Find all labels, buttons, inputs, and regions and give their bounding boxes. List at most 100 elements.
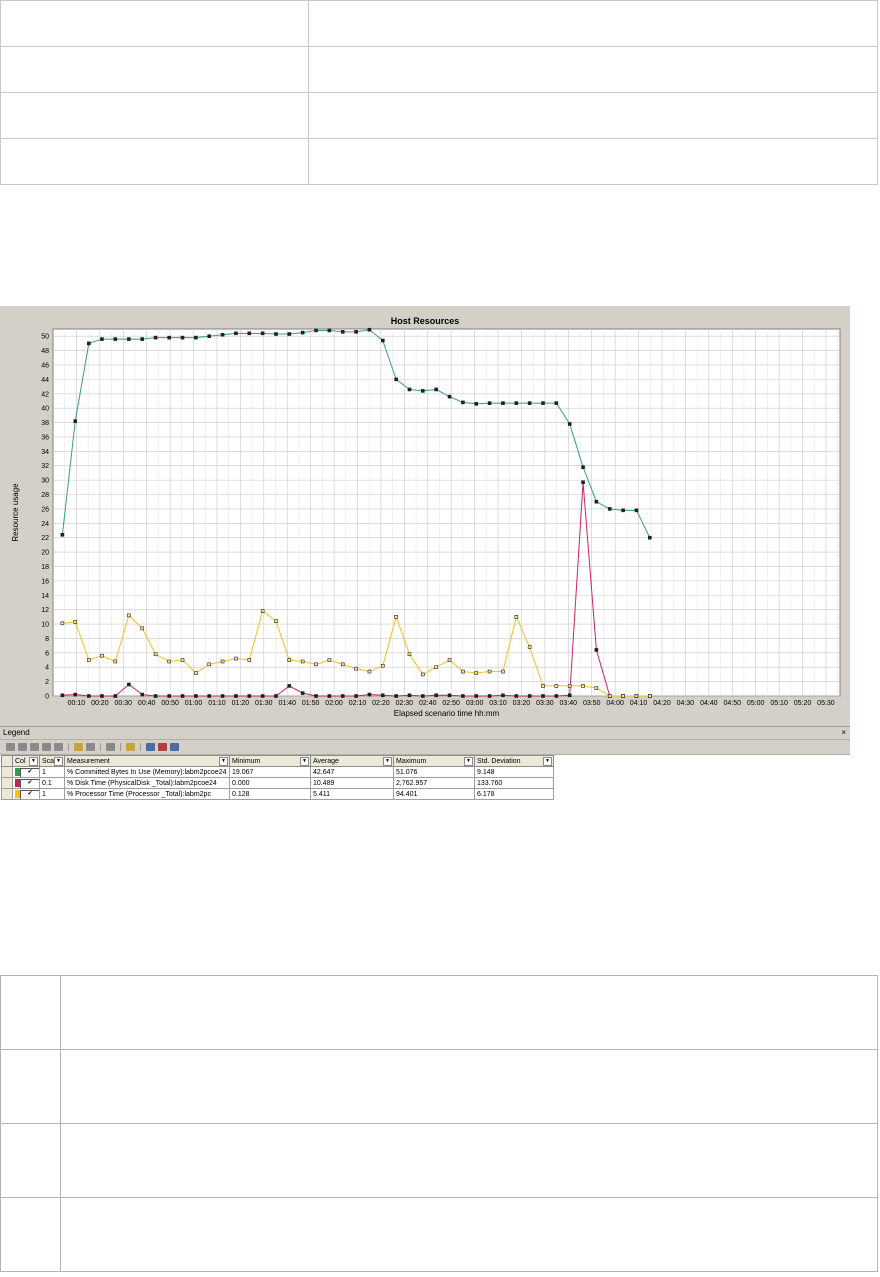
x-tick-label: 01:20 bbox=[232, 700, 250, 707]
row-selector[interactable] bbox=[1, 788, 13, 800]
series-point-1 bbox=[167, 694, 171, 698]
hide-all-icon[interactable] bbox=[18, 743, 27, 751]
x-tick-label: 03:10 bbox=[489, 700, 507, 707]
series-point-0 bbox=[327, 328, 332, 333]
chart-title: Host Resources bbox=[391, 316, 460, 326]
highlight-icon[interactable] bbox=[158, 743, 167, 751]
col-header-std-deviation[interactable]: Std. Deviation ▼ bbox=[474, 755, 554, 767]
x-tick-label: 03:50 bbox=[583, 700, 601, 707]
series-point-1 bbox=[300, 691, 305, 695]
y-tick-label: 18 bbox=[41, 564, 49, 571]
pin-close-icon[interactable]: × bbox=[837, 727, 846, 739]
series-point-1 bbox=[113, 694, 118, 698]
series-point-1 bbox=[314, 694, 318, 698]
series-point-2 bbox=[113, 659, 118, 664]
series-point-1 bbox=[367, 692, 372, 697]
col-header-average[interactable]: Average ▼ bbox=[310, 755, 394, 767]
legend-title: Legend bbox=[3, 728, 30, 737]
series-point-2 bbox=[100, 653, 104, 658]
visible-checkbox[interactable]: ✔ bbox=[20, 768, 39, 777]
series-point-2 bbox=[180, 658, 185, 662]
col-header-color[interactable]: Col ▼ bbox=[12, 755, 40, 767]
legend-color-swatch[interactable]: ✔ bbox=[12, 766, 40, 778]
series-point-2 bbox=[287, 658, 292, 662]
series-point-1 bbox=[220, 694, 225, 698]
legend-color-swatch[interactable]: ✔ bbox=[12, 777, 40, 789]
sort-icon[interactable] bbox=[106, 743, 115, 751]
col-header-minimum[interactable]: Minimum ▼ bbox=[229, 755, 311, 767]
series-point-2 bbox=[634, 694, 639, 698]
top-table-row bbox=[0, 92, 878, 139]
series-point-2 bbox=[314, 662, 318, 667]
x-tick-label: 00:20 bbox=[91, 700, 109, 707]
x-tick-label: 00:40 bbox=[138, 700, 156, 707]
x-tick-label: 02:20 bbox=[372, 700, 390, 707]
y-tick-label: 2 bbox=[45, 679, 49, 686]
series-point-1 bbox=[100, 694, 104, 698]
show-all-icon[interactable] bbox=[6, 743, 15, 751]
legend-toolbar bbox=[0, 740, 850, 755]
top-table-cell bbox=[0, 92, 309, 139]
series-point-1 bbox=[501, 693, 505, 698]
series-point-2 bbox=[434, 665, 438, 670]
bottom-table-cell bbox=[60, 975, 878, 1050]
legend-row[interactable]: ✔ 1% Committed Bytes In Use (Memory):labm… bbox=[1, 766, 554, 778]
filter-icon[interactable] bbox=[54, 743, 63, 751]
series-point-1 bbox=[247, 694, 252, 698]
series-point-1 bbox=[394, 694, 398, 698]
series-point-1 bbox=[153, 694, 158, 698]
visible-checkbox[interactable]: ✔ bbox=[20, 779, 39, 788]
x-tick-label: 00:50 bbox=[161, 700, 179, 707]
x-tick-label: 04:40 bbox=[700, 700, 718, 707]
legend-row[interactable]: ✔ 1% Processor Time (Processor _Total):la… bbox=[1, 788, 554, 800]
series-point-1 bbox=[541, 694, 545, 698]
col-header-scale[interactable]: Sca ▼ bbox=[39, 755, 65, 767]
legend-color-swatch[interactable]: ✔ bbox=[12, 788, 40, 800]
series-point-2 bbox=[581, 684, 585, 688]
series-point-1 bbox=[461, 694, 465, 698]
series-point-2 bbox=[474, 671, 479, 675]
series-point-2 bbox=[407, 652, 412, 657]
series-point-0 bbox=[527, 401, 532, 405]
properties-icon[interactable] bbox=[170, 743, 179, 751]
toolbar-separator bbox=[68, 743, 69, 751]
open-folder-icon[interactable] bbox=[74, 743, 83, 751]
export-icon[interactable] bbox=[86, 743, 95, 751]
plot-area bbox=[52, 328, 841, 697]
top-table-row bbox=[0, 0, 878, 47]
series-point-2 bbox=[380, 663, 385, 668]
series-point-0 bbox=[421, 389, 425, 393]
series-point-1 bbox=[380, 693, 385, 698]
y-tick-label: 48 bbox=[41, 348, 49, 355]
y-tick-label: 42 bbox=[41, 391, 49, 398]
columns-icon[interactable] bbox=[146, 743, 155, 751]
legend-row[interactable]: ✔ 0.1% Disk Time (PhysicalDisk _Total):la… bbox=[1, 777, 554, 789]
link-icon[interactable] bbox=[42, 743, 51, 751]
visible-checkbox[interactable]: ✔ bbox=[20, 790, 39, 799]
series-point-2 bbox=[607, 694, 612, 698]
host-resources-chart: Host Resources 0 2 4 6 8 10 12 14 16 18 20 22 24 26 28 3… bbox=[0, 306, 850, 726]
series-point-2 bbox=[220, 659, 225, 664]
top-info-table bbox=[0, 0, 878, 185]
y-tick-label: 0 bbox=[45, 694, 49, 701]
series-point-0 bbox=[461, 400, 465, 405]
row-selector[interactable] bbox=[1, 766, 13, 778]
x-tick-label: 04:10 bbox=[630, 700, 648, 707]
chart-svg: Host Resources02468101214161820222426283… bbox=[11, 316, 841, 718]
series-point-0 bbox=[220, 332, 225, 337]
col-header-maximum[interactable]: Maximum ▼ bbox=[393, 755, 475, 767]
x-tick-label: 04:20 bbox=[653, 700, 671, 707]
row-selector[interactable] bbox=[1, 777, 13, 789]
col-header-measurement[interactable]: Measurement ▼ bbox=[64, 755, 230, 767]
x-tick-label: 05:10 bbox=[770, 700, 788, 707]
show-selected-icon[interactable] bbox=[30, 743, 39, 751]
series-point-2 bbox=[87, 658, 91, 662]
series-point-0 bbox=[474, 402, 479, 406]
series-point-1 bbox=[567, 693, 572, 698]
series-point-2 bbox=[394, 615, 398, 619]
bottom-table-cell bbox=[60, 1049, 878, 1124]
configure-icon[interactable] bbox=[126, 743, 135, 751]
legend-scale: 0.1 bbox=[39, 777, 65, 789]
bottom-table-cell bbox=[0, 1123, 61, 1198]
series-point-0 bbox=[501, 401, 505, 405]
